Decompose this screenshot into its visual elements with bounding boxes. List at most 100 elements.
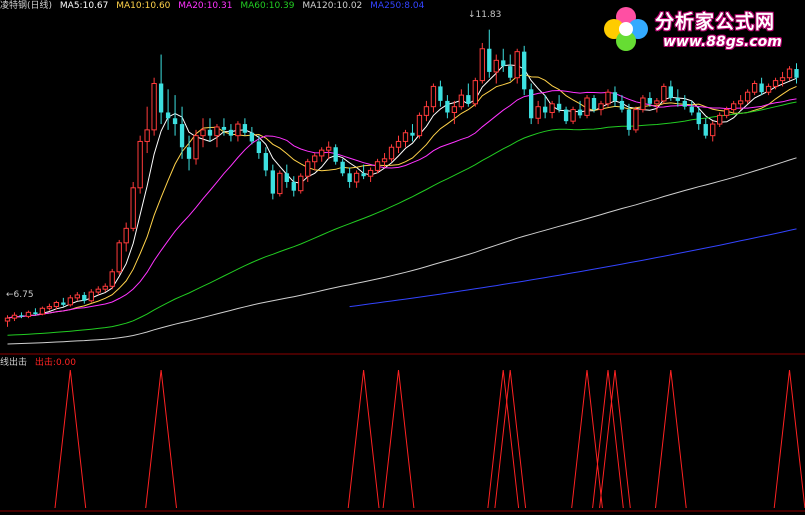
candle-body-up: [786, 68, 793, 79]
candle-body-down: [668, 86, 673, 98]
candle-body-up: [661, 85, 667, 102]
candle-body-up: [109, 271, 115, 287]
candle-body-up: [514, 51, 520, 79]
candle-body-down: [207, 129, 213, 136]
site-watermark: 分析家公式网 www.88gs.com: [601, 3, 801, 55]
candle-body-down: [556, 103, 562, 110]
candle-body-down: [612, 92, 618, 101]
ma60-line: [7, 101, 797, 336]
signal-spike: [382, 369, 415, 509]
candle-body-down: [675, 98, 680, 101]
candle-body-up: [724, 109, 730, 116]
indicator-name-label: 线出击: [0, 358, 28, 368]
candle-body-up: [137, 140, 143, 189]
signal-spike: [54, 369, 87, 509]
sub-legend: 线出击 出击:0.00: [0, 357, 81, 369]
candle-body-down: [340, 161, 345, 174]
candle-body-up: [367, 169, 374, 177]
candle-body-up: [472, 80, 478, 105]
watermark-url: www.88gs.com: [663, 34, 782, 50]
flower-logo-icon: [604, 7, 648, 51]
candle-body-down: [703, 124, 708, 136]
candle-body-up: [130, 187, 136, 229]
low-arrow-icon: ←: [6, 290, 14, 300]
candle-body-down: [466, 95, 471, 104]
signal-spike: [487, 369, 520, 509]
signal-label: 出击:0.00: [34, 358, 76, 368]
candle-body-down: [501, 60, 506, 67]
candle-body-up: [53, 301, 60, 308]
candle-body-down: [682, 100, 687, 107]
candle-body-down: [542, 106, 548, 113]
candle-body-down: [487, 48, 492, 72]
candle-body-up: [123, 227, 129, 244]
candle-body-up: [654, 100, 660, 105]
candle-body-up: [193, 135, 199, 160]
candle-body-up: [102, 285, 108, 290]
signal-spike: [599, 369, 631, 509]
candle-body-up: [74, 294, 80, 299]
candle-body-up: [710, 123, 716, 137]
candle-body-down: [256, 141, 262, 154]
candle-body-up: [214, 126, 220, 137]
candle-body-down: [186, 147, 192, 159]
candle-body-up: [235, 123, 241, 137]
candle-body-up: [39, 307, 46, 315]
candle-body-up: [731, 103, 737, 111]
candle-body-up: [388, 146, 395, 160]
candle-body-up: [298, 175, 304, 192]
low-price-annotation: ←6.75: [6, 290, 34, 300]
stock-name-label: 凌特钢(日线): [0, 1, 53, 11]
candle-body-up: [46, 306, 53, 309]
candle-body-down: [284, 173, 289, 182]
candle-body-down: [361, 173, 366, 177]
candle-body-up: [151, 83, 157, 131]
signal-spike: [655, 369, 687, 509]
candle-body-down: [242, 124, 248, 133]
candle-body-down: [445, 100, 450, 113]
candle-body-down: [619, 100, 625, 110]
candle-body-down: [410, 132, 415, 136]
high-arrow-icon: ↓: [468, 10, 476, 20]
candle-body-down: [696, 112, 701, 125]
candle-body-down: [19, 315, 24, 317]
candle-body-up: [451, 106, 458, 113]
candle-body-down: [228, 129, 234, 136]
signal-spike: [592, 369, 624, 509]
candle-body-down: [577, 109, 583, 116]
signal-spike: [773, 369, 805, 509]
ma10-line: [7, 73, 797, 319]
candle-body-down: [508, 66, 513, 78]
candle-body-up: [737, 100, 744, 105]
candle-body-down: [165, 112, 171, 119]
candle-body-up: [402, 132, 409, 142]
candle-body-down: [347, 173, 352, 182]
candle-body-up: [88, 291, 94, 302]
signal-spike: [571, 369, 603, 509]
candle-body-up: [395, 140, 402, 148]
candle-body-up: [598, 103, 604, 111]
watermark-title: 分析家公式网: [655, 11, 776, 33]
candle-body-down: [794, 69, 799, 78]
ma250-line: [349, 228, 797, 308]
candle-body-down: [522, 51, 527, 90]
candle-body-down: [626, 109, 632, 130]
ma5-label: MA5:10.67: [59, 1, 109, 11]
ma10-label: MA10:10.60: [116, 1, 171, 11]
candle-body-up: [4, 317, 11, 322]
candle-body-down: [179, 124, 185, 148]
candle-body-up: [67, 297, 73, 306]
candle-body-up: [430, 85, 437, 108]
candle-body-down: [172, 118, 178, 125]
signal-spike: [347, 369, 380, 509]
ma20-line: [7, 89, 797, 319]
high-price-value: 11.83: [475, 10, 502, 20]
candle-body-up: [779, 77, 786, 82]
candle-body-up: [751, 83, 758, 93]
candle-body-up: [305, 161, 311, 177]
candle-body-down: [249, 132, 255, 142]
candle-body-up: [549, 103, 555, 113]
ma20-label: MA20:10.31: [178, 1, 233, 11]
candle-body-up: [374, 161, 381, 171]
candle-body-down: [82, 294, 87, 301]
